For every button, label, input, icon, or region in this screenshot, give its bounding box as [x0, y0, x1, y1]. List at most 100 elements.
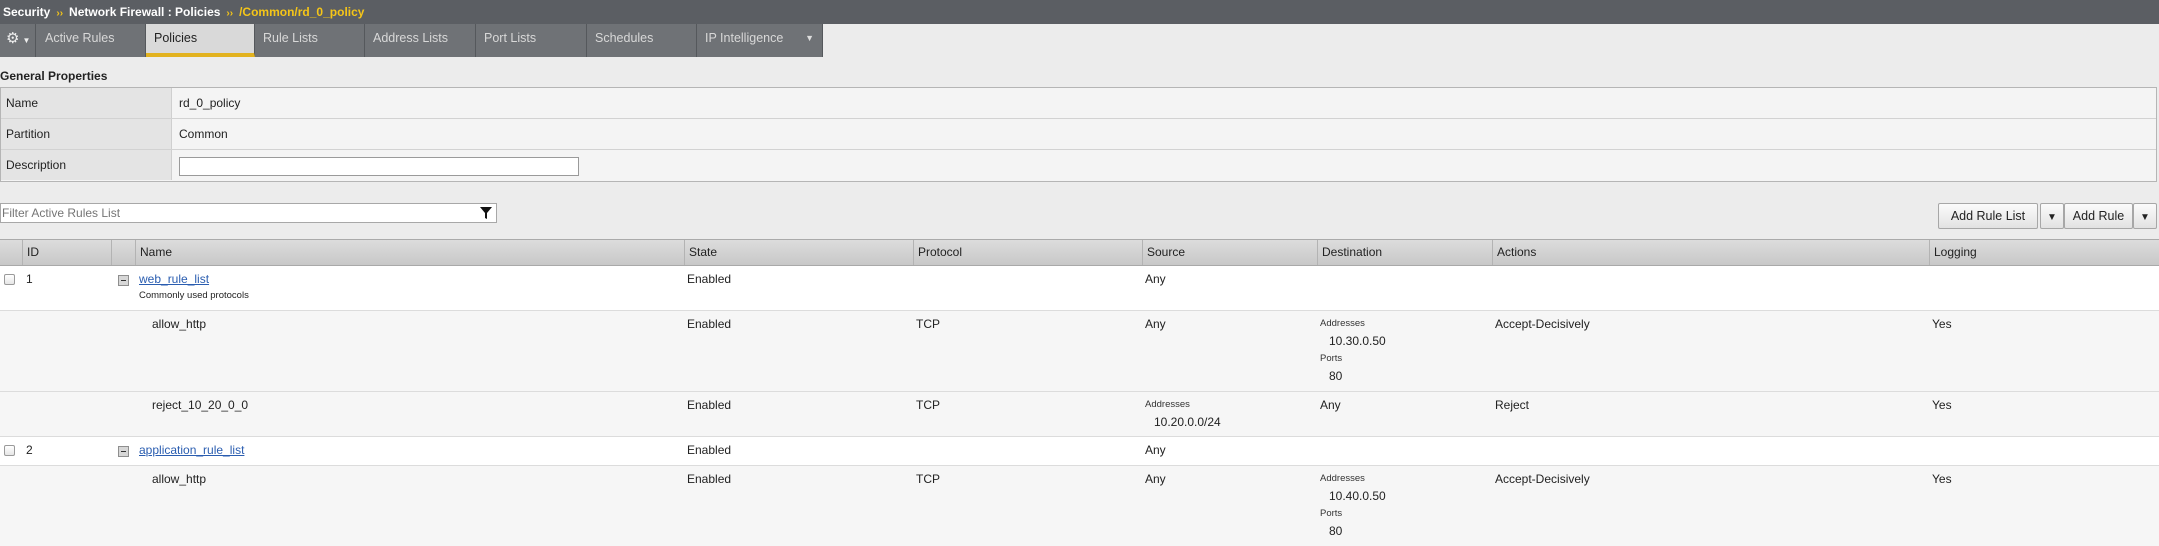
- rule-list-link-label[interactable]: application_rule_list: [139, 443, 244, 457]
- collapse-icon[interactable]: [118, 446, 129, 457]
- collapse-icon[interactable]: [118, 275, 129, 286]
- rule-destination: Addresses 10.40.0.50 Ports 80: [1320, 472, 1386, 538]
- rule-id: 1: [26, 272, 33, 286]
- rule-protocol: TCP: [916, 317, 940, 331]
- partition-value: Common: [179, 127, 228, 141]
- rule-source: Any: [1145, 272, 1166, 286]
- section-title-general-properties: General Properties: [0, 69, 108, 83]
- rule-logging: Yes: [1932, 317, 1952, 331]
- rule-source: Any: [1145, 317, 1166, 331]
- destination-port: 80: [1329, 524, 1343, 538]
- source-address: 10.20.0.0/24: [1154, 415, 1221, 429]
- rule-name[interactable]: allow_http: [152, 317, 206, 331]
- rule-name[interactable]: reject_10_20_0_0: [152, 398, 248, 412]
- rule-id: 2: [26, 443, 33, 457]
- add-rule-list-button[interactable]: Add Rule List: [1938, 203, 2038, 229]
- breadcrumb-policies[interactable]: Network Firewall : Policies: [69, 5, 220, 19]
- tab-ip-intelligence[interactable]: IP Intelligence ▼: [697, 24, 823, 57]
- table-row-rule[interactable]: allow_http Enabled TCP Any Addresses 10.…: [0, 466, 2159, 546]
- tab-ip-intelligence-label: IP Intelligence: [705, 31, 784, 45]
- tab-rule-lists[interactable]: Rule Lists: [255, 24, 365, 57]
- rule-list-link[interactable]: web_rule_list: [139, 272, 249, 286]
- general-properties-table: Name rd_0_policy Partition Common Descri…: [0, 87, 2157, 182]
- rule-action: Reject: [1495, 398, 1530, 412]
- rule-action: Accept-Decisively: [1495, 317, 1590, 331]
- filter-icon[interactable]: [480, 207, 492, 219]
- destination-ports-label: Ports: [1320, 508, 1343, 519]
- rule-state: Enabled: [687, 272, 732, 286]
- source-addresses-label: Addresses: [1145, 399, 1190, 410]
- column-header-destination[interactable]: Destination: [1317, 240, 1492, 265]
- property-row-name: Name rd_0_policy: [1, 88, 2156, 119]
- breadcrumb-current: /Common/rd_0_policy: [239, 5, 365, 19]
- rule-state: Enabled: [687, 472, 732, 486]
- destination-port: 80: [1329, 369, 1343, 383]
- destination-addresses-label: Addresses: [1320, 473, 1365, 484]
- rule-list-description: Commonly used protocols: [139, 290, 249, 301]
- rule-destination: Any: [1320, 398, 1341, 412]
- table-row-rule-list[interactable]: 2 application_rule_list Enabled Any: [0, 437, 2159, 466]
- active-rules-table: ID Name State Protocol Source Destinatio…: [0, 239, 2159, 546]
- rule-state: Enabled: [687, 398, 732, 412]
- chevron-down-icon: ▼: [805, 33, 814, 43]
- property-label: Partition: [1, 119, 172, 149]
- rule-destination: Addresses 10.30.0.50 Ports 80: [1320, 317, 1386, 383]
- column-header-select: [0, 240, 22, 265]
- property-row-partition: Partition Common: [1, 119, 2156, 150]
- breadcrumb-security[interactable]: Security: [3, 5, 50, 19]
- table-row-rule[interactable]: reject_10_20_0_0 Enabled TCP Addresses 1…: [0, 392, 2159, 437]
- chevron-down-icon: ▼: [22, 36, 31, 45]
- chevron-down-icon: ▼: [2047, 212, 2057, 223]
- rule-action: Accept-Decisively: [1495, 472, 1590, 486]
- destination-address: 10.30.0.50: [1329, 334, 1386, 348]
- breadcrumb-separator: ››: [56, 8, 64, 19]
- property-row-description: Description: [1, 150, 2156, 181]
- policy-name-value: rd_0_policy: [179, 96, 241, 110]
- add-rule-menu-button[interactable]: ▼: [2133, 203, 2157, 229]
- tab-address-lists[interactable]: Address Lists: [365, 24, 476, 57]
- description-input[interactable]: [179, 157, 579, 176]
- column-header-expand: [111, 240, 135, 265]
- column-header-id[interactable]: ID: [22, 240, 111, 265]
- row-select-checkbox[interactable]: [4, 445, 15, 456]
- chevron-down-icon: ▼: [2140, 212, 2150, 223]
- rule-state: Enabled: [687, 317, 732, 331]
- destination-address: 10.40.0.50: [1329, 489, 1386, 503]
- column-header-protocol[interactable]: Protocol: [913, 240, 1142, 265]
- settings-menu-button[interactable]: ⚙ ▼: [0, 24, 36, 57]
- destination-addresses-label: Addresses: [1320, 318, 1365, 329]
- tab-port-lists[interactable]: Port Lists: [476, 24, 587, 57]
- tab-policies[interactable]: Policies: [146, 24, 255, 57]
- rule-logging: Yes: [1932, 398, 1952, 412]
- rule-source: Any: [1145, 443, 1166, 457]
- rule-source: Any: [1145, 472, 1166, 486]
- breadcrumb-separator: ››: [226, 8, 234, 19]
- tab-bar: ⚙ ▼ Active Rules Policies Rule Lists Addr…: [0, 24, 823, 57]
- table-row-rule[interactable]: allow_http Enabled TCP Any Addresses 10.…: [0, 311, 2159, 392]
- row-select-checkbox[interactable]: [4, 274, 15, 285]
- rule-name[interactable]: allow_http: [152, 472, 206, 486]
- filter-input[interactable]: [1, 204, 471, 222]
- breadcrumb: Security ›› Network Firewall : Policies ›› /…: [0, 0, 2159, 24]
- tab-schedules[interactable]: Schedules: [587, 24, 697, 57]
- rule-protocol: TCP: [916, 398, 940, 412]
- column-header-actions[interactable]: Actions: [1492, 240, 1929, 265]
- column-header-state[interactable]: State: [684, 240, 913, 265]
- rule-list-link: application_rule_list: [139, 443, 244, 457]
- rule-protocol: TCP: [916, 472, 940, 486]
- rule-state: Enabled: [687, 443, 732, 457]
- table-row-rule-list[interactable]: 1 web_rule_list Commonly used protocols …: [0, 266, 2159, 311]
- rule-name-cell: web_rule_list Commonly used protocols: [139, 272, 249, 303]
- gear-icon: ⚙: [6, 30, 20, 47]
- destination-ports-label: Ports: [1320, 353, 1343, 364]
- property-label: Description: [1, 150, 172, 180]
- column-header-logging[interactable]: Logging: [1929, 240, 2159, 265]
- rule-logging: Yes: [1932, 472, 1952, 486]
- tab-active-rules[interactable]: Active Rules: [37, 24, 146, 57]
- add-rule-button[interactable]: Add Rule: [2064, 203, 2133, 229]
- table-header: ID Name State Protocol Source Destinatio…: [0, 240, 2159, 266]
- column-header-name[interactable]: Name: [135, 240, 684, 265]
- column-header-source[interactable]: Source: [1142, 240, 1317, 265]
- add-rule-list-menu-button[interactable]: ▼: [2040, 203, 2064, 229]
- rule-source: Addresses 10.20.0.0/24: [1145, 398, 1221, 429]
